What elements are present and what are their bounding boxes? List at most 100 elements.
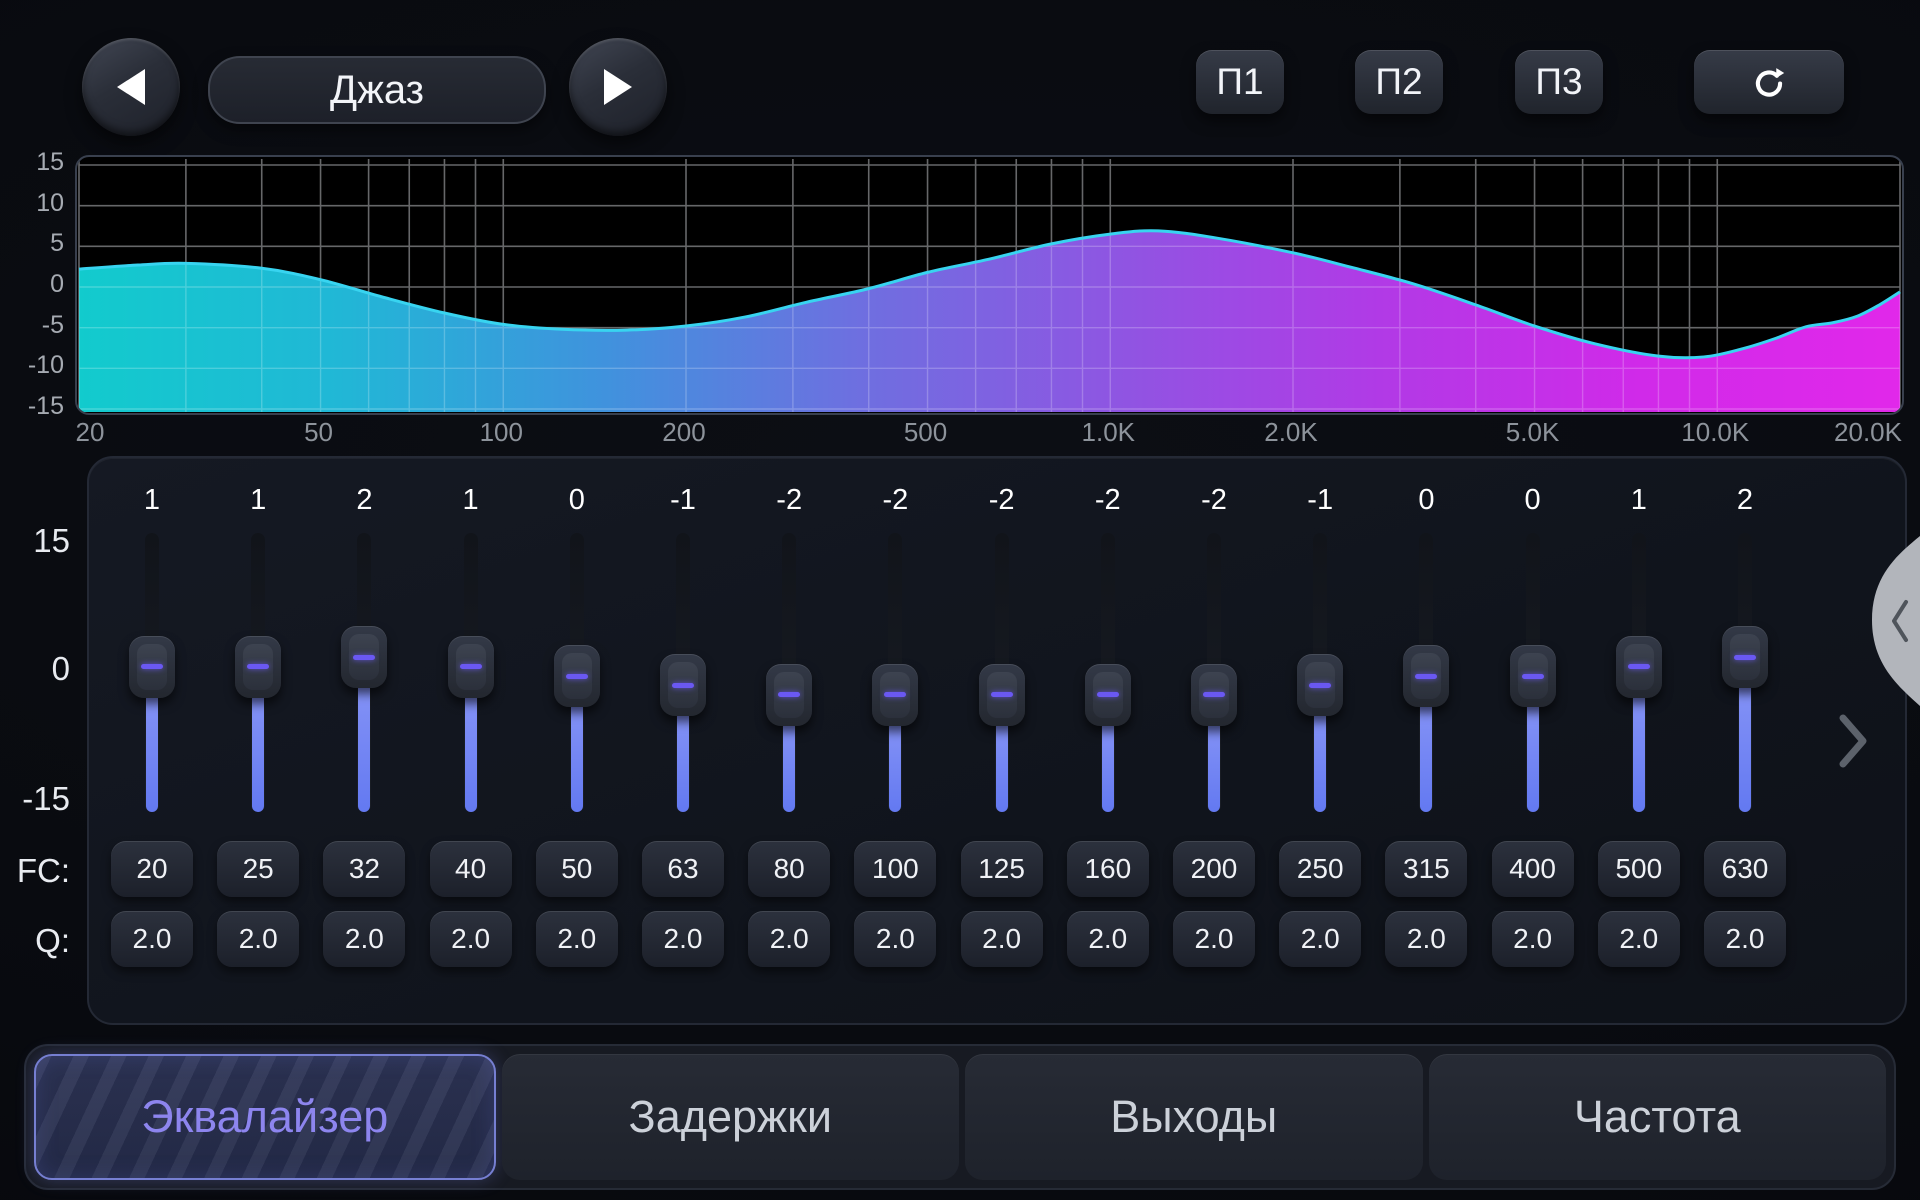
graph-y-tick: 10	[0, 191, 64, 216]
band-gain-value: -2	[1055, 484, 1161, 517]
slider-thumb[interactable]	[1297, 654, 1343, 716]
band-q-button[interactable]: 2.0	[1385, 911, 1467, 967]
tab-delays[interactable]: Задержки	[502, 1054, 960, 1180]
tab-equalizer[interactable]: Эквалайзер	[34, 1054, 496, 1180]
band-gain-slider[interactable]	[736, 533, 842, 812]
band-fc-button[interactable]: 160	[1067, 841, 1149, 897]
tab-frequency[interactable]: Частота	[1429, 1054, 1887, 1180]
band-gain-slider[interactable]	[1373, 533, 1479, 812]
eq-band-250: -12502.0	[1267, 456, 1373, 1021]
band-q-button[interactable]: 2.0	[536, 911, 618, 967]
band-gain-value: 0	[1373, 484, 1479, 517]
band-q-button[interactable]: 2.0	[1492, 911, 1574, 967]
memory-button-p3[interactable]: П3	[1515, 50, 1603, 114]
slider-thumb[interactable]	[660, 654, 706, 716]
band-gain-value: 2	[1692, 484, 1798, 517]
slider-thumb[interactable]	[341, 626, 387, 688]
band-fc-button[interactable]: 630	[1704, 841, 1786, 897]
band-fc-button[interactable]: 100	[854, 841, 936, 897]
band-q-button[interactable]: 2.0	[748, 911, 830, 967]
band-gain-slider[interactable]	[205, 533, 311, 812]
band-q-button[interactable]: 2.0	[430, 911, 512, 967]
band-q-button[interactable]: 2.0	[642, 911, 724, 967]
band-fc-button[interactable]: 250	[1279, 841, 1361, 897]
band-q-button[interactable]: 2.0	[961, 911, 1043, 967]
tab-outputs[interactable]: Выходы	[965, 1054, 1423, 1180]
band-fc-button[interactable]: 125	[961, 841, 1043, 897]
band-fc-button[interactable]: 400	[1492, 841, 1574, 897]
band-q-button[interactable]: 2.0	[1598, 911, 1680, 967]
slider-fill	[996, 721, 1008, 812]
q-row-label: Q:	[0, 922, 70, 960]
eq-band-400: 04002.0	[1480, 456, 1586, 1021]
band-gain-slider[interactable]	[1480, 533, 1586, 812]
band-gain-slider[interactable]	[99, 533, 205, 812]
preset-selector[interactable]: Джаз	[208, 56, 546, 124]
band-gain-slider[interactable]	[524, 533, 630, 812]
side-panel-handle[interactable]	[1858, 536, 1920, 706]
slider-fill	[1527, 702, 1539, 812]
memory-button-p1[interactable]: П1	[1196, 50, 1284, 114]
band-fc-button[interactable]: 63	[642, 841, 724, 897]
fc-row-label: FC:	[0, 852, 70, 890]
band-gain-value: -2	[1161, 484, 1267, 517]
band-gain-slider[interactable]	[949, 533, 1055, 812]
scroll-bands-right-button[interactable]	[1836, 712, 1870, 770]
band-q-button[interactable]: 2.0	[217, 911, 299, 967]
band-gain-slider[interactable]	[311, 533, 417, 812]
band-fc-button[interactable]: 315	[1385, 841, 1467, 897]
band-gain-slider[interactable]	[1267, 533, 1373, 812]
memory-button-p2[interactable]: П2	[1355, 50, 1443, 114]
graph-y-tick: 0	[0, 272, 64, 297]
slider-thumb[interactable]	[766, 664, 812, 726]
band-gain-slider[interactable]	[1692, 533, 1798, 812]
band-fc-button[interactable]: 25	[217, 841, 299, 897]
band-q-button[interactable]: 2.0	[111, 911, 193, 967]
slider-thumb[interactable]	[129, 636, 175, 698]
band-fc-button[interactable]: 200	[1173, 841, 1255, 897]
eq-band-50: 0502.0	[524, 456, 630, 1021]
band-fc-button[interactable]: 500	[1598, 841, 1680, 897]
eq-band-200: -2 200 2.0	[1161, 456, 1267, 1021]
band-gain-value: -2	[842, 484, 948, 517]
slider-fill	[1633, 693, 1645, 812]
band-fc-button[interactable]: 20	[111, 841, 193, 897]
gain-scale-zero: 0	[0, 650, 70, 688]
slider-thumb[interactable]	[448, 636, 494, 698]
band-q-button[interactable]: 2.0	[1173, 911, 1255, 967]
preset-prev-button[interactable]	[82, 38, 180, 136]
band-q-button[interactable]: 2.0	[1704, 911, 1786, 967]
band-q-button[interactable]: 2.0	[854, 911, 936, 967]
band-q-button[interactable]: 2.0	[323, 911, 405, 967]
band-fc-button[interactable]: 50	[536, 841, 618, 897]
slider-thumb[interactable]	[1722, 626, 1768, 688]
band-fc-button[interactable]: 80	[748, 841, 830, 897]
band-gain-slider[interactable]	[842, 533, 948, 812]
band-gain-slider[interactable]	[1586, 533, 1692, 812]
band-gain-slider[interactable]	[630, 533, 736, 812]
graph-y-tick: 5	[0, 231, 64, 256]
slider-thumb[interactable]	[1191, 664, 1237, 726]
eq-band-40: 1402.0	[418, 456, 524, 1021]
slider-thumb[interactable]	[1085, 664, 1131, 726]
slider-thumb[interactable]	[872, 664, 918, 726]
preset-next-button[interactable]	[569, 38, 667, 136]
gain-scale-min: -15	[0, 780, 70, 818]
slider-thumb[interactable]	[1403, 645, 1449, 707]
slider-thumb[interactable]	[235, 636, 281, 698]
band-fc-button[interactable]: 32	[323, 841, 405, 897]
eq-band-500: 15002.0	[1586, 456, 1692, 1021]
graph-x-tick: 1.0K	[1082, 417, 1136, 448]
slider-thumb[interactable]	[1510, 645, 1556, 707]
band-fc-button[interactable]: 40	[430, 841, 512, 897]
slider-thumb[interactable]	[979, 664, 1025, 726]
graph-x-tick: 10.0K	[1681, 417, 1749, 448]
slider-thumb[interactable]	[554, 645, 600, 707]
band-gain-slider[interactable]	[1055, 533, 1161, 812]
band-q-button[interactable]: 2.0	[1279, 911, 1361, 967]
band-q-button[interactable]: 2.0	[1067, 911, 1149, 967]
band-gain-slider[interactable]	[1161, 533, 1267, 812]
slider-thumb[interactable]	[1616, 636, 1662, 698]
reset-button[interactable]	[1694, 50, 1844, 114]
band-gain-slider[interactable]	[418, 533, 524, 812]
